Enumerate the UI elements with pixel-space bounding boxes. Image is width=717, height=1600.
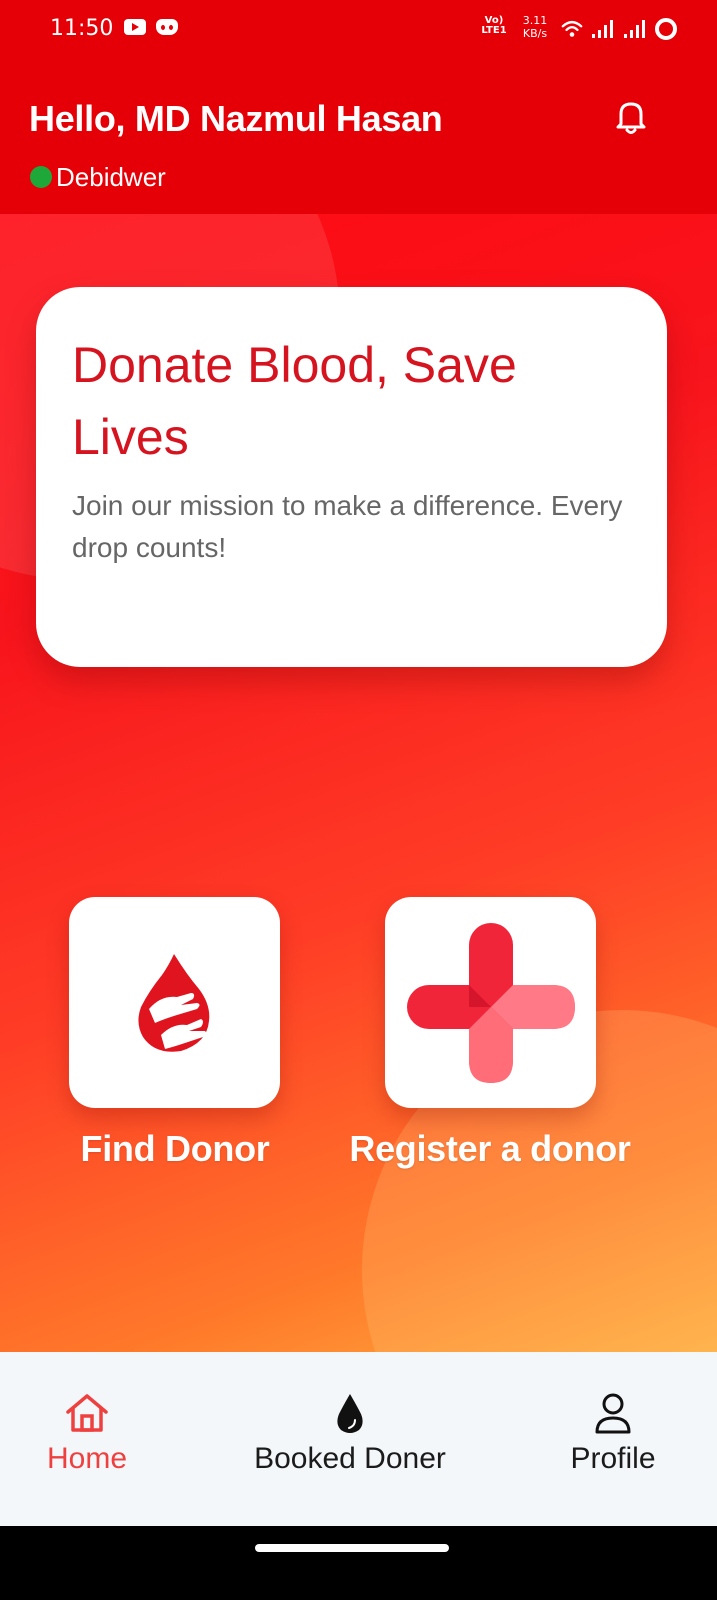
online-status-dot <box>30 166 52 188</box>
status-time: 11:50 <box>50 16 114 41</box>
hero-subtitle: Join our mission to make a difference. E… <box>72 490 623 563</box>
register-donor-button[interactable] <box>385 897 596 1108</box>
bell-icon[interactable] <box>610 96 652 138</box>
app-screen: 11:50 Vo) LTE1 3.11 KB/s Hello, MD Nazmu… <box>0 0 717 1600</box>
network-type: Vo) LTE1 <box>481 15 507 36</box>
nav-profile-label: Profile <box>570 1442 656 1475</box>
nav-home[interactable]: Home <box>20 1390 154 1476</box>
greeting-title: Hello, MD Nazmul Hasan <box>29 98 443 139</box>
person-icon <box>595 1393 631 1434</box>
hero-title: Donate Blood, Save Lives <box>72 337 517 465</box>
nav-home-label: Home <box>46 1442 128 1475</box>
status-bar: 11:50 Vo) LTE1 3.11 KB/s <box>0 0 717 60</box>
nav-booked-label: Booked Doner <box>254 1442 446 1475</box>
signal-icon-2 <box>624 20 645 38</box>
net-speed-value: 3.11 <box>522 14 548 27</box>
register-donor-label[interactable]: Register a donor <box>330 1128 650 1170</box>
location-row: Debidwer <box>30 162 166 192</box>
nav-booked-doner[interactable]: Booked Doner <box>230 1390 470 1476</box>
home-icon <box>66 1394 108 1432</box>
location-label: Debidwer <box>56 161 166 192</box>
blood-drop-hands-icon <box>138 954 210 1052</box>
wifi-icon <box>561 20 583 37</box>
medical-cross-icon <box>407 923 575 1083</box>
gesture-bar <box>0 1526 717 1600</box>
bottom-navigation: Home Booked Doner Profile <box>0 1352 717 1526</box>
drop-icon <box>337 1394 363 1433</box>
net-speed: 3.11 KB/s <box>517 14 553 40</box>
find-donor-label[interactable]: Find Donor <box>60 1128 290 1170</box>
discord-icon <box>156 19 178 35</box>
net-speed-unit: KB/s <box>522 27 548 40</box>
find-donor-button[interactable] <box>69 897 280 1108</box>
home-gesture-handle[interactable] <box>255 1544 449 1552</box>
youtube-icon <box>124 19 146 35</box>
hero-card: Donate Blood, Save Lives Join our missio… <box>36 287 667 667</box>
signal-icon <box>592 20 613 38</box>
app-header: 11:50 Vo) LTE1 3.11 KB/s Hello, MD Nazmu… <box>0 0 717 214</box>
battery-ring-icon <box>655 18 677 40</box>
nav-profile[interactable]: Profile <box>548 1390 678 1476</box>
